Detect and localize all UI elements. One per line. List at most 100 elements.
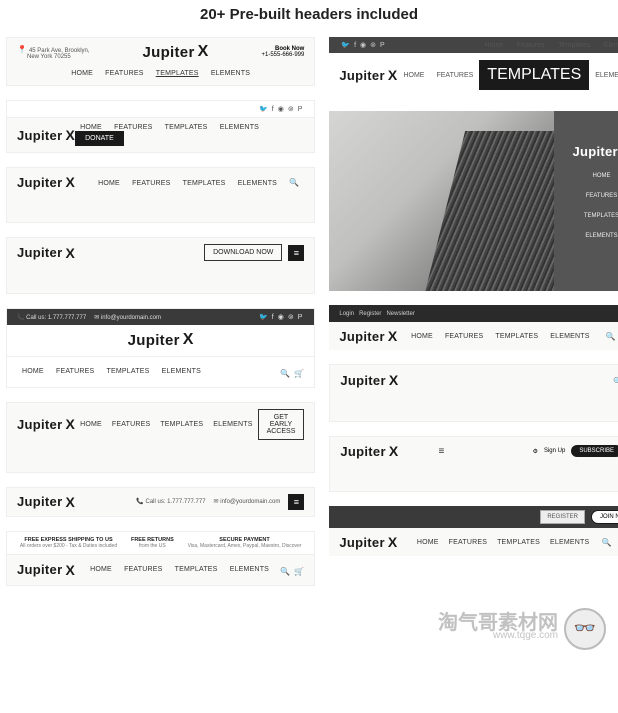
header-r4: JupiterX 🔍 ≡	[329, 364, 618, 422]
header-1: 45 Park Ave, Brooklyn,New York 70255 Jup…	[6, 37, 315, 86]
social-icons[interactable]: 🐦f◉⊚P	[339, 41, 386, 49]
nav-features[interactable]: FEATURES	[132, 180, 170, 187]
nav-home[interactable]: HOME	[80, 124, 102, 131]
header-3: JupiterX HOME FEATURES TEMPLATES ELEMENT…	[6, 167, 315, 223]
top-home[interactable]: Home	[479, 42, 510, 49]
search-icon[interactable]: 🔍	[606, 332, 616, 341]
nav-templates[interactable]: TEMPLATES	[156, 70, 199, 77]
nav-elements[interactable]: ELEMENTS	[589, 72, 618, 79]
nav-elements[interactable]: ELEMENTS	[550, 539, 589, 546]
hamburger-icon[interactable]: ≡	[288, 245, 304, 261]
top-templates[interactable]: Templates	[552, 42, 596, 49]
main-nav: HOME FEATURES TEMPLATES ELEMENTS GET EAR…	[75, 409, 304, 440]
search-icon[interactable]: 🔍	[613, 377, 618, 386]
donate-button[interactable]: DONATE	[75, 131, 124, 146]
logo[interactable]: JupiterX	[340, 372, 398, 388]
avatar-icon: 👓	[564, 608, 606, 650]
nav-templates[interactable]: TEMPLATES	[584, 213, 618, 219]
subscribe-button[interactable]: SUBSCRIBE	[571, 445, 618, 457]
logo[interactable]: JupiterX	[572, 143, 618, 159]
hamburger-icon[interactable]: ≡	[288, 494, 304, 510]
nav-features[interactable]: FEATURES	[112, 421, 150, 428]
nav-elements[interactable]: ELEMENTS	[230, 566, 269, 573]
top-elements[interactable]: Elements	[598, 42, 618, 49]
top-bar: 🐦f◉⊚P Home Features Templates Elements	[329, 37, 618, 53]
search-icon[interactable]: 🔍	[601, 538, 611, 547]
info-strip: FREE EXPRESS SHIPPING TO USAll orders ov…	[7, 532, 314, 555]
nav-features[interactable]: FEATURES	[105, 70, 143, 77]
page-title: 20+ Pre-built headers included	[0, 0, 618, 37]
nav-templates[interactable]: TEMPLATES	[107, 368, 150, 375]
nav-home[interactable]: HOME	[71, 70, 93, 77]
header-r1: 🐦f◉⊚P Home Features Templates Elements J…	[329, 37, 618, 97]
nav-elements[interactable]: ELEMENTS	[220, 124, 259, 131]
search-icon[interactable]: 🔍	[280, 567, 290, 576]
login-link[interactable]: Login	[339, 311, 354, 317]
nav-templates[interactable]: TEMPLATES	[479, 60, 589, 90]
top-bar: REGISTER JOIN NOW	[329, 506, 618, 528]
download-button[interactable]: DOWNLOAD NOW	[204, 244, 282, 261]
search-icon[interactable]: 🔍	[289, 178, 299, 187]
logo[interactable]: JupiterX	[339, 534, 397, 550]
early-access-button[interactable]: GET EARLY ACCESS	[258, 409, 305, 440]
contact-info: 📞 Call us: 1.777.777.777 ✉ info@yourdoma…	[136, 494, 304, 510]
nav-home[interactable]: HOME	[417, 539, 439, 546]
logo[interactable]: JupiterX	[17, 494, 75, 510]
logo[interactable]: JupiterX	[17, 245, 75, 261]
nav-features[interactable]: FEATURES	[56, 368, 94, 375]
nav-elements[interactable]: ELEMENTS	[211, 70, 250, 77]
nav-home[interactable]: HOME	[80, 421, 102, 428]
nav-templates[interactable]: TEMPLATES	[160, 421, 203, 428]
social-icons[interactable]: 🐦f◉⊚P	[257, 313, 304, 321]
signup-link[interactable]: Sign Up	[544, 448, 565, 454]
logo[interactable]: JupiterX	[339, 328, 397, 344]
hamburger-icon[interactable]: ≡	[438, 446, 444, 457]
register-button[interactable]: REGISTER	[540, 510, 585, 524]
nav-features[interactable]: FEATURES	[445, 333, 483, 340]
cart-icon[interactable]: 🛒	[294, 369, 304, 378]
nav-templates[interactable]: TEMPLATES	[495, 333, 538, 340]
nav-features[interactable]: FEATURES	[124, 566, 162, 573]
social-icons[interactable]: 🐦f◉⊚P	[257, 105, 304, 113]
gear-icon[interactable]: ⚙	[533, 448, 538, 455]
logo[interactable]: JupiterX	[17, 416, 75, 432]
nav-features[interactable]: FEATURES	[430, 72, 479, 79]
nav-home[interactable]: HOME	[411, 333, 433, 340]
nav-home[interactable]: HOME	[90, 566, 112, 573]
header-r2: JupiterX HOME FEATURES TEMPLATES ELEMENT…	[329, 111, 618, 291]
header-4: JupiterX DOWNLOAD NOW ≡	[6, 237, 315, 294]
nav-home[interactable]: HOME	[22, 368, 44, 375]
header-5: 📞 Call us: 1.777.777.777✉ info@yourdomai…	[6, 308, 315, 388]
header-r6: REGISTER JOIN NOW JupiterX HOME FEATURES…	[329, 506, 618, 556]
nav-templates[interactable]: TEMPLATES	[183, 180, 226, 187]
join-button[interactable]: JOIN NOW	[591, 510, 618, 524]
logo[interactable]: JupiterX	[17, 562, 75, 578]
nav-features[interactable]: FEATURES	[114, 124, 152, 131]
nav-features[interactable]: FEATURES	[586, 193, 618, 199]
logo[interactable]: JupiterX	[142, 43, 208, 61]
logo[interactable]: JupiterX	[339, 67, 397, 83]
top-features[interactable]: Features	[511, 42, 551, 49]
nav-elements[interactable]: ELEMENTS	[585, 233, 617, 239]
logo[interactable]: JupiterX	[17, 174, 75, 190]
nav-home[interactable]: HOME	[98, 180, 120, 187]
address: 45 Park Ave, Brooklyn,New York 70255	[17, 45, 90, 60]
logo[interactable]: JupiterX	[17, 127, 75, 143]
nav-home[interactable]: HOME	[592, 173, 610, 179]
nav-elements[interactable]: ELEMENTS	[213, 421, 252, 428]
main-nav: HOME FEATURES TEMPLATES ELEMENTS	[7, 66, 314, 85]
cart-icon[interactable]: 🛒	[294, 567, 304, 576]
newsletter-link[interactable]: Newsletter	[386, 311, 414, 317]
nav-elements[interactable]: ELEMENTS	[238, 180, 277, 187]
top-bar: 📞 Call us: 1.777.777.777✉ info@yourdomai…	[7, 309, 314, 325]
register-link[interactable]: Register	[359, 311, 381, 317]
search-icon[interactable]: 🔍	[280, 369, 290, 378]
nav-templates[interactable]: TEMPLATES	[497, 539, 540, 546]
logo[interactable]: JupiterX	[340, 443, 398, 459]
nav-templates[interactable]: TEMPLATES	[175, 566, 218, 573]
nav-features[interactable]: FEATURES	[449, 539, 487, 546]
nav-elements[interactable]: ELEMENTS	[162, 368, 201, 375]
nav-home[interactable]: HOME	[397, 72, 430, 79]
nav-elements[interactable]: ELEMENTS	[550, 333, 589, 340]
nav-templates[interactable]: TEMPLATES	[165, 124, 208, 131]
